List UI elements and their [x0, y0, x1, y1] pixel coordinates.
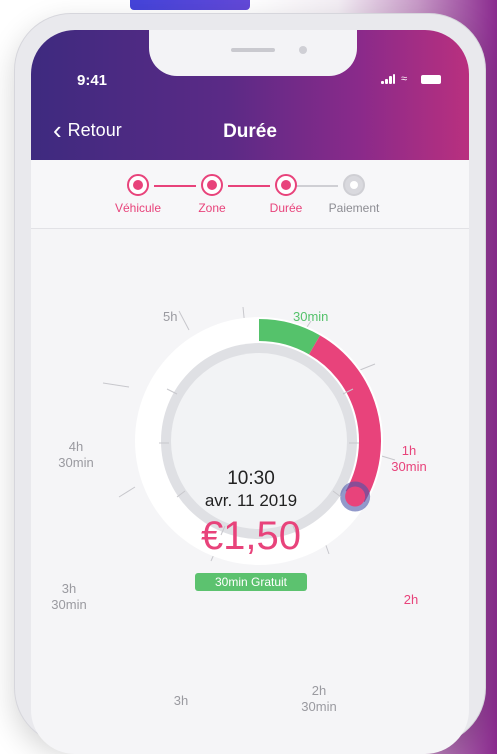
- status-icons: ≈: [381, 73, 441, 85]
- front-camera: [299, 46, 307, 54]
- step-vehicule[interactable]: Véhicule: [98, 174, 178, 215]
- battery-icon: [421, 74, 441, 84]
- tick-line: [102, 382, 130, 388]
- dial-label-1h-30min: 30min: [391, 459, 426, 474]
- dial-label-2h30-line1: 2h: [312, 683, 326, 698]
- car-icon: [127, 174, 149, 196]
- coins-icon: [343, 174, 365, 196]
- step-label: Zone: [198, 201, 226, 215]
- dial-label-4h30-line1: 4h: [69, 439, 83, 454]
- step-label: Véhicule: [114, 201, 162, 215]
- tick-line: [178, 310, 190, 331]
- speaker: [231, 48, 275, 52]
- app-screen: 9:41 ≈ ‹ Retour Durée Véhicule Zone Duré…: [31, 30, 469, 754]
- price: €1,50: [200, 514, 302, 558]
- phone-notch: [149, 30, 357, 76]
- page-title: Durée: [223, 121, 277, 142]
- signal-icon: [381, 74, 395, 84]
- dial-label-2h: 2h: [404, 592, 418, 607]
- phone-frame: 9:41 ≈ ‹ Retour Durée Véhicule Zone Duré…: [15, 14, 485, 754]
- dial-label-30min: 30min: [293, 309, 328, 324]
- dial-label-1h: 1h: [402, 443, 416, 458]
- clock-icon: [275, 174, 297, 196]
- end-date: avr. 11 2019: [204, 491, 298, 510]
- dial-label-5h: 5h: [163, 309, 177, 324]
- dial-label-3h30-line2: 30min: [51, 597, 86, 612]
- background-top-banner: [130, 0, 250, 10]
- free-badge: 30min Gratuit: [195, 573, 307, 591]
- location-pin-icon: [201, 174, 223, 196]
- tick-line: [118, 486, 136, 498]
- wifi-icon: ≈: [401, 73, 408, 85]
- step-label: Paiement: [328, 201, 380, 215]
- status-time: 9:41: [77, 72, 108, 89]
- duration-dial-area: 5h 30min 1h 30min 2h 2h 30min 3h 3h 30mi…: [31, 229, 469, 754]
- dial-label-3h30-line1: 3h: [62, 581, 76, 596]
- dial-label-3h: 3h: [174, 693, 188, 708]
- dial-label-4h30-line2: 30min: [58, 455, 93, 470]
- end-time: 10:30: [227, 468, 275, 489]
- step-zone[interactable]: Zone: [172, 174, 252, 215]
- step-paiement: Paiement: [314, 174, 394, 215]
- progress-stepper: Véhicule Zone Durée Paiement: [31, 160, 469, 229]
- dial-label-2h30-line2: 30min: [301, 699, 336, 714]
